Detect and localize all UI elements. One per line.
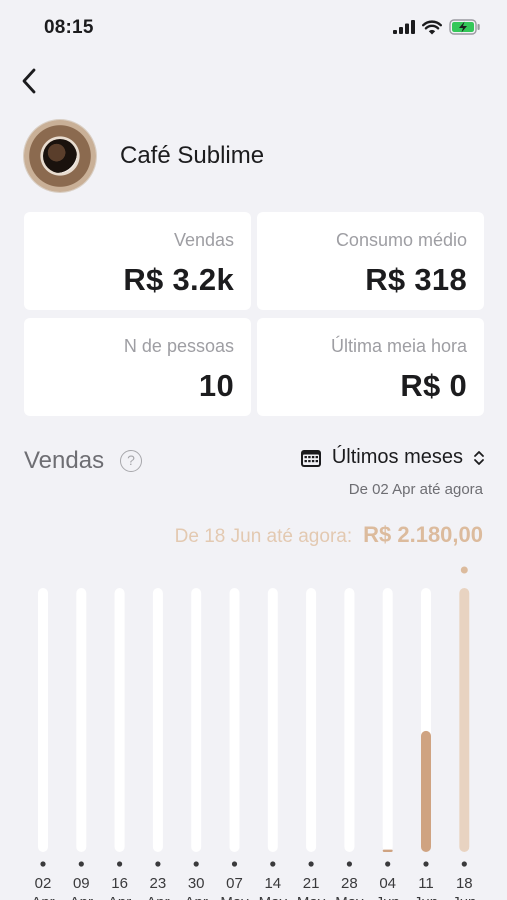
wifi-icon xyxy=(422,19,442,34)
tick-dot xyxy=(155,861,161,867)
selection-summary: De 18 Jun até agora: R$ 2.180,00 xyxy=(175,522,483,548)
tick-dot xyxy=(78,861,84,867)
tick-dot xyxy=(231,861,238,867)
period-selector[interactable]: Últimos meses xyxy=(300,446,485,469)
tick-dot xyxy=(423,861,429,867)
bar-track xyxy=(344,588,355,852)
chevron-left-icon xyxy=(22,68,36,94)
chevron-up-down-icon xyxy=(474,450,484,465)
bar-track xyxy=(306,588,317,852)
x-tick-month: Apr xyxy=(70,894,93,900)
x-tick-month: Apr xyxy=(146,894,169,900)
tick-dot xyxy=(40,861,46,867)
tick-dot xyxy=(308,861,314,867)
x-tick-day: 14 xyxy=(264,875,281,892)
stat-value: R$ 3.2k xyxy=(123,262,234,297)
stat-label: Última meia hora xyxy=(330,336,467,356)
stat-value: R$ 0 xyxy=(400,368,467,403)
x-tick-day: 11 xyxy=(418,875,434,892)
tick-dot xyxy=(385,861,391,867)
bar-track xyxy=(382,588,393,852)
tick-dot xyxy=(117,861,123,867)
x-tick-day: 16 xyxy=(111,875,128,892)
bar-track xyxy=(267,588,278,852)
battery-charging-icon xyxy=(449,19,480,35)
coffee-cup-image xyxy=(43,139,77,173)
stat-label: Consumo médio xyxy=(335,230,467,250)
status-icons xyxy=(393,19,481,35)
tick-dot xyxy=(461,861,467,867)
stat-card-people: N de pessoas 10 xyxy=(24,318,251,416)
x-tick-day: 23 xyxy=(150,875,167,892)
x-tick-day: 02 xyxy=(35,875,52,892)
bar-track xyxy=(76,588,87,852)
bar xyxy=(421,730,431,852)
tick-dot xyxy=(346,861,352,867)
bar-track xyxy=(114,588,125,852)
x-tick-month: Jun xyxy=(414,894,438,900)
x-tick-month: May xyxy=(220,894,249,900)
stat-card-average-consumption: Consumo médio R$ 318 xyxy=(257,212,484,310)
summary-value: R$ 2.180,00 xyxy=(363,522,483,547)
stat-card-sales: Vendas R$ 3.2k xyxy=(24,212,251,310)
tick-dot xyxy=(270,861,276,867)
stat-value: 10 xyxy=(198,368,234,403)
x-tick-day: 28 xyxy=(341,875,358,892)
calendar-icon xyxy=(300,449,321,467)
back-button[interactable] xyxy=(14,66,44,96)
x-tick-month: Jun xyxy=(452,894,476,900)
status-time: 08:15 xyxy=(44,17,94,38)
stat-value: R$ 318 xyxy=(365,262,467,297)
selected-bar-marker xyxy=(460,566,468,574)
period-label: Últimos meses xyxy=(331,446,463,468)
x-tick-month: Apr xyxy=(108,894,131,900)
sales-bar-chart[interactable]: 02 Apr 09 Apr 16 Apr 23 Apr 30 Apr 07 May 14 May 21 May… xyxy=(0,560,507,900)
tick-dot xyxy=(193,861,199,867)
stat-card-last-half-hour: Última meia hora R$ 0 xyxy=(257,318,484,416)
x-tick-day: 09 xyxy=(73,875,90,892)
x-tick-month: Apr xyxy=(185,894,208,900)
store-name: Café Sublime xyxy=(120,142,265,169)
bar-track xyxy=(229,588,240,852)
bar xyxy=(382,849,393,852)
x-tick-month: Jun xyxy=(376,894,400,900)
x-tick-day: 04 xyxy=(379,875,396,892)
store-avatar xyxy=(24,120,96,192)
x-tick-day: 18 xyxy=(456,875,473,892)
x-tick-day: 30 xyxy=(188,875,205,892)
bar-track xyxy=(38,588,48,852)
bar-track xyxy=(191,588,202,852)
bar xyxy=(459,588,470,852)
status-bar: 08:15 xyxy=(0,0,507,56)
stat-label: Vendas xyxy=(173,230,234,250)
bar-track xyxy=(152,588,163,852)
stat-label: N de pessoas xyxy=(123,336,234,356)
summary-label: De 18 Jun até agora: xyxy=(174,526,353,547)
x-tick-day: 21 xyxy=(303,875,320,892)
x-tick-month: May xyxy=(297,894,326,900)
x-tick-month: Apr xyxy=(31,894,54,900)
cellular-signal-icon xyxy=(393,20,415,34)
x-tick-day: 07 xyxy=(226,875,243,892)
x-tick-month: May xyxy=(335,894,364,900)
period-range: De 02 Apr até agora xyxy=(348,481,483,498)
sales-section-title: Vendas xyxy=(24,447,105,474)
help-icon[interactable]: ? xyxy=(120,450,142,472)
x-tick-month: May xyxy=(259,894,288,900)
